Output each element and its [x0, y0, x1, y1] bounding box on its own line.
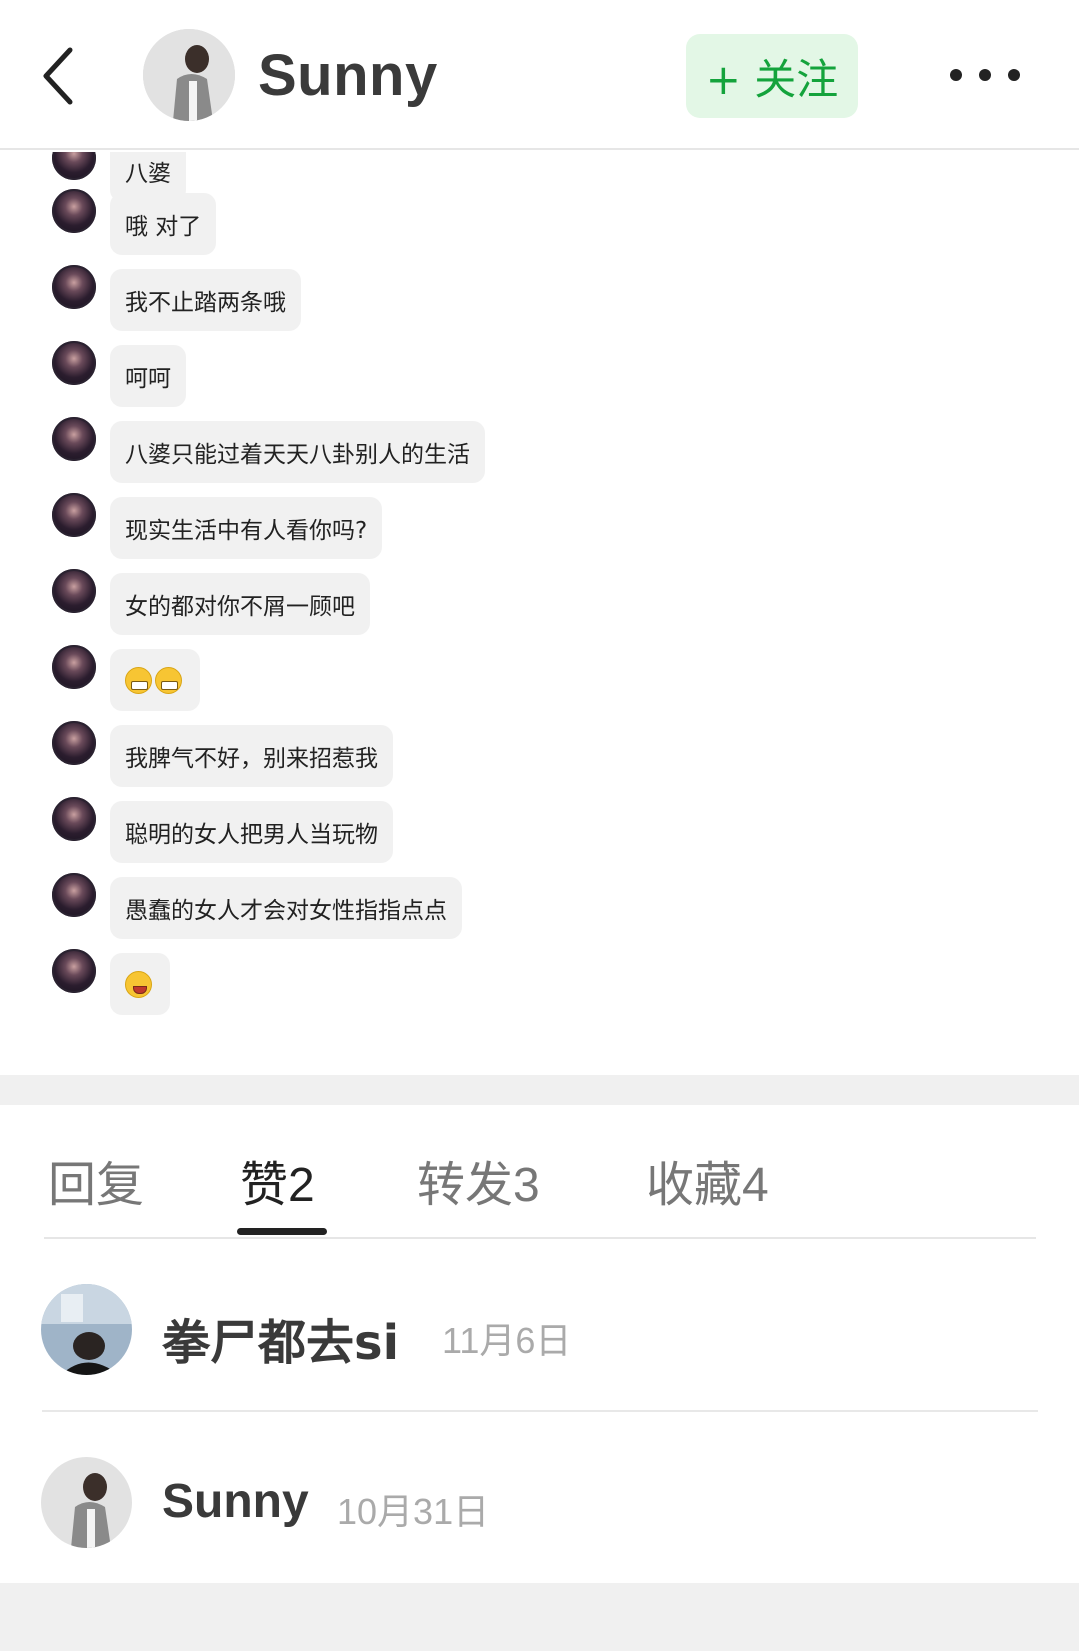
chevron-left-icon [43, 47, 73, 105]
message-bubble[interactable]: 愚蠢的女人才会对女性指指点点 [110, 877, 462, 939]
message-bubble[interactable]: 现实生活中有人看你吗? [110, 497, 383, 559]
sender-avatar[interactable] [52, 873, 96, 917]
sender-avatar[interactable] [52, 189, 96, 233]
more-horizontal-icon [950, 69, 962, 81]
message-bubble[interactable]: 呵呵 [110, 345, 186, 407]
like-date: 11月6日 [442, 1320, 572, 1361]
chat-message: 愚蠢的女人才会对女性指指点点 [0, 873, 1079, 939]
grinning-emoji-icon [125, 666, 152, 694]
sender-avatar[interactable] [52, 721, 96, 765]
list-item[interactable]: 拳尸都去si 11月6日 [0, 1240, 1079, 1412]
grinning-emoji-icon [155, 666, 182, 694]
follow-button[interactable]: + 关注 [686, 34, 858, 118]
sender-avatar[interactable] [52, 341, 96, 385]
sender-avatar[interactable] [52, 152, 96, 180]
avatar[interactable] [143, 29, 235, 121]
sender-avatar[interactable] [52, 265, 96, 309]
message-bubble[interactable]: 我不止踏两条哦 [110, 269, 301, 331]
divider [44, 1237, 1036, 1239]
tab-likes[interactable]: 赞2 [240, 1145, 315, 1215]
chat-message [0, 645, 1079, 711]
like-date: 10月31日 [337, 1491, 490, 1532]
sender-avatar[interactable] [52, 797, 96, 841]
profile-name: Sunny [258, 43, 438, 108]
chat-message: 现实生活中有人看你吗? [0, 493, 1079, 559]
chat-message: 聪明的女人把男人当玩物 [0, 797, 1079, 863]
active-tab-indicator [237, 1228, 327, 1235]
message-bubble[interactable] [110, 649, 200, 711]
chat-message: 八婆只能过着天天八卦别人的生活 [0, 417, 1079, 483]
top-bar: Sunny + 关注 [0, 0, 1079, 150]
sender-avatar[interactable] [52, 949, 96, 993]
message-bubble[interactable]: 我脾气不好，别来招惹我 [110, 725, 393, 787]
chat-message: 呵呵 [0, 341, 1079, 407]
chat-message [0, 949, 1079, 1015]
chat-message: 哦 对了 [0, 189, 1079, 255]
message-bubble[interactable]: 哦 对了 [110, 193, 217, 255]
wink-tongue-emoji-icon [125, 970, 152, 998]
message-bubble[interactable]: 女的都对你不屑一顾吧 [110, 573, 370, 635]
message-bubble[interactable]: 八婆只能过着天天八卦别人的生活 [110, 421, 485, 483]
avatar[interactable] [41, 1284, 132, 1375]
message-bubble[interactable]: 聪明的女人把男人当玩物 [110, 801, 393, 863]
sender-avatar[interactable] [52, 569, 96, 613]
list-item[interactable]: Sunny 10月31日 [0, 1412, 1079, 1584]
message-bubble[interactable] [110, 953, 170, 1015]
interaction-tabs: 回复 赞2 转发3 收藏4 [0, 1105, 1079, 1239]
chat-message: 女的都对你不屑一顾吧 [0, 569, 1079, 635]
sender-avatar[interactable] [52, 645, 96, 689]
back-button[interactable] [40, 44, 80, 108]
bottom-spacer [0, 1583, 1079, 1651]
user-name[interactable]: Sunny [162, 1474, 309, 1529]
avatar[interactable] [41, 1457, 132, 1548]
section-divider [0, 1075, 1079, 1105]
chat-thread[interactable]: 八婆 哦 对了 我不止踏两条哦 呵呵 八婆只能过着天天八卦别人的生活 现实生活中… [0, 152, 1079, 1074]
tab-reposts[interactable]: 转发3 [417, 1145, 540, 1215]
tab-favorites[interactable]: 收藏4 [646, 1145, 769, 1215]
chat-message: 我不止踏两条哦 [0, 265, 1079, 331]
user-name[interactable]: 拳尸都去si [162, 1303, 399, 1373]
chat-message: 我脾气不好，别来招惹我 [0, 721, 1079, 787]
more-button[interactable] [950, 60, 1020, 90]
tab-reply[interactable]: 回复 [48, 1145, 144, 1215]
sender-avatar[interactable] [52, 493, 96, 537]
sender-avatar[interactable] [52, 417, 96, 461]
